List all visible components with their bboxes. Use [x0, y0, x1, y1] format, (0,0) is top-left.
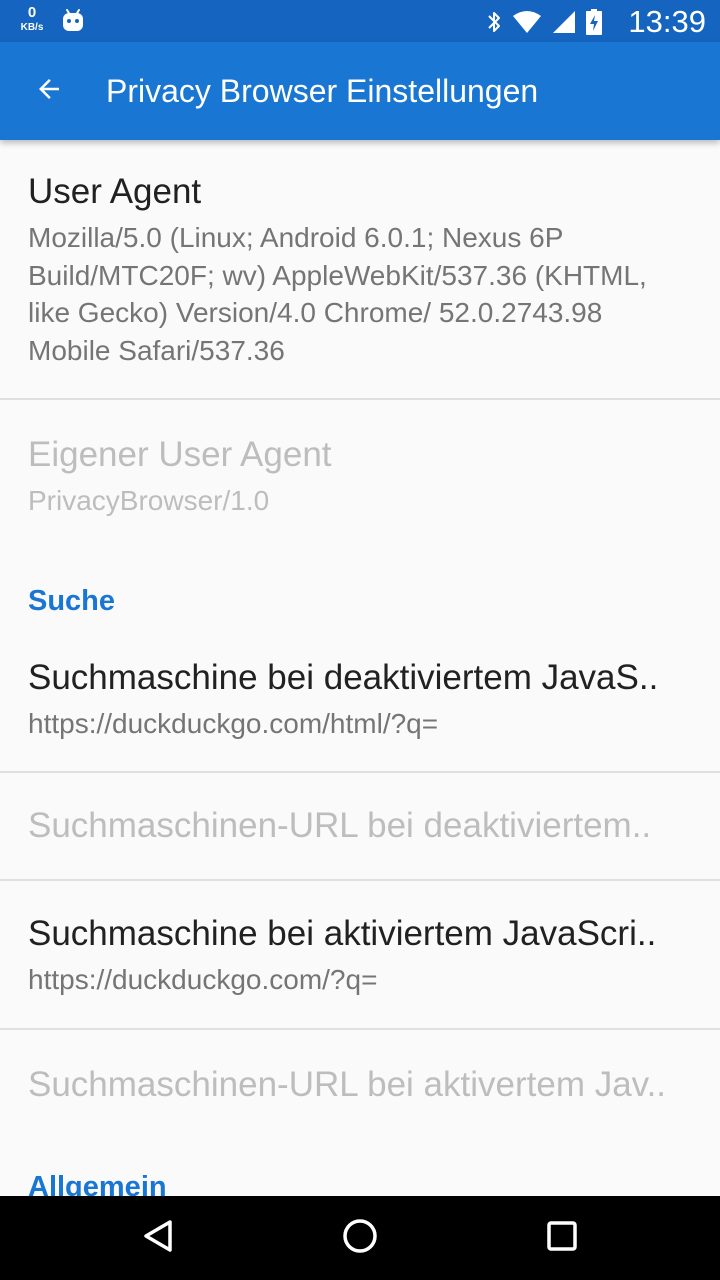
network-speed-unit: KB/s — [20, 22, 44, 33]
preferences-list[interactable]: User Agent Mozilla/5.0 (Linux; Android 6… — [0, 140, 720, 1196]
back-button[interactable] — [22, 67, 76, 115]
android-notification-icon — [62, 8, 84, 37]
pref-search-url-js-disabled: Suchmaschinen-URL bei deaktiviertem.. — [0, 773, 720, 879]
navigation-bar — [0, 1196, 720, 1280]
pref-summary: https://duckduckgo.com/?q= — [28, 964, 378, 995]
status-icons — [486, 9, 602, 40]
battery-charging-icon — [586, 9, 602, 40]
pref-search-js-enabled[interactable]: Suchmaschine bei aktiviertem JavaScri.. … — [0, 881, 720, 1028]
page-title: Privacy Browser Einstellungen — [106, 73, 539, 109]
pref-summary: Mozilla/5.0 (Linux; Android 6.0.1; Nexus… — [28, 222, 647, 366]
signal-icon — [552, 10, 576, 39]
bluetooth-icon — [486, 10, 502, 39]
network-speed-indicator: 0 KB/s — [18, 5, 46, 33]
status-clock: 13:39 — [628, 4, 706, 39]
app-bar: Privacy Browser Einstellungen — [0, 42, 720, 140]
pref-title: User Agent — [28, 172, 202, 211]
network-speed-value: 0 — [27, 4, 37, 21]
pref-title: Eigener User Agent — [28, 435, 332, 474]
pref-custom-user-agent: Eigener User Agent PrivacyBrowser/1.0 — [0, 400, 720, 552]
nav-home-button[interactable] — [320, 1210, 400, 1266]
pref-user-agent[interactable]: User Agent Mozilla/5.0 (Linux; Android 6… — [0, 140, 720, 399]
nav-recents-button[interactable] — [522, 1210, 602, 1266]
pref-title: Suchmaschine bei aktiviertem JavaScri.. — [28, 914, 657, 953]
pref-title: Suchmaschinen-URL bei aktivertem Jav.. — [28, 1065, 667, 1104]
pref-title: Suchmaschine bei deaktiviertem JavaS.. — [28, 658, 659, 697]
home-circle-icon — [342, 1218, 378, 1259]
category-header-general: Allgemein — [28, 1171, 167, 1196]
nav-back-button[interactable] — [118, 1210, 198, 1266]
wifi-icon — [512, 10, 542, 39]
recents-square-icon — [546, 1220, 578, 1257]
arrow-back-icon — [34, 74, 64, 109]
pref-search-js-disabled[interactable]: Suchmaschine bei deaktiviertem JavaS.. h… — [0, 630, 720, 771]
pref-title: Suchmaschinen-URL bei deaktiviertem.. — [28, 806, 652, 845]
pref-search-url-js-enabled: Suchmaschinen-URL bei aktivertem Jav.. — [0, 1030, 720, 1138]
pref-summary: PrivacyBrowser/1.0 — [28, 485, 270, 516]
category-header-search: Suche — [28, 585, 116, 617]
back-triangle-icon — [141, 1218, 175, 1259]
pref-summary: https://duckduckgo.com/html/?q= — [28, 708, 439, 739]
status-bar: 0 KB/s 13:39 — [0, 0, 720, 42]
